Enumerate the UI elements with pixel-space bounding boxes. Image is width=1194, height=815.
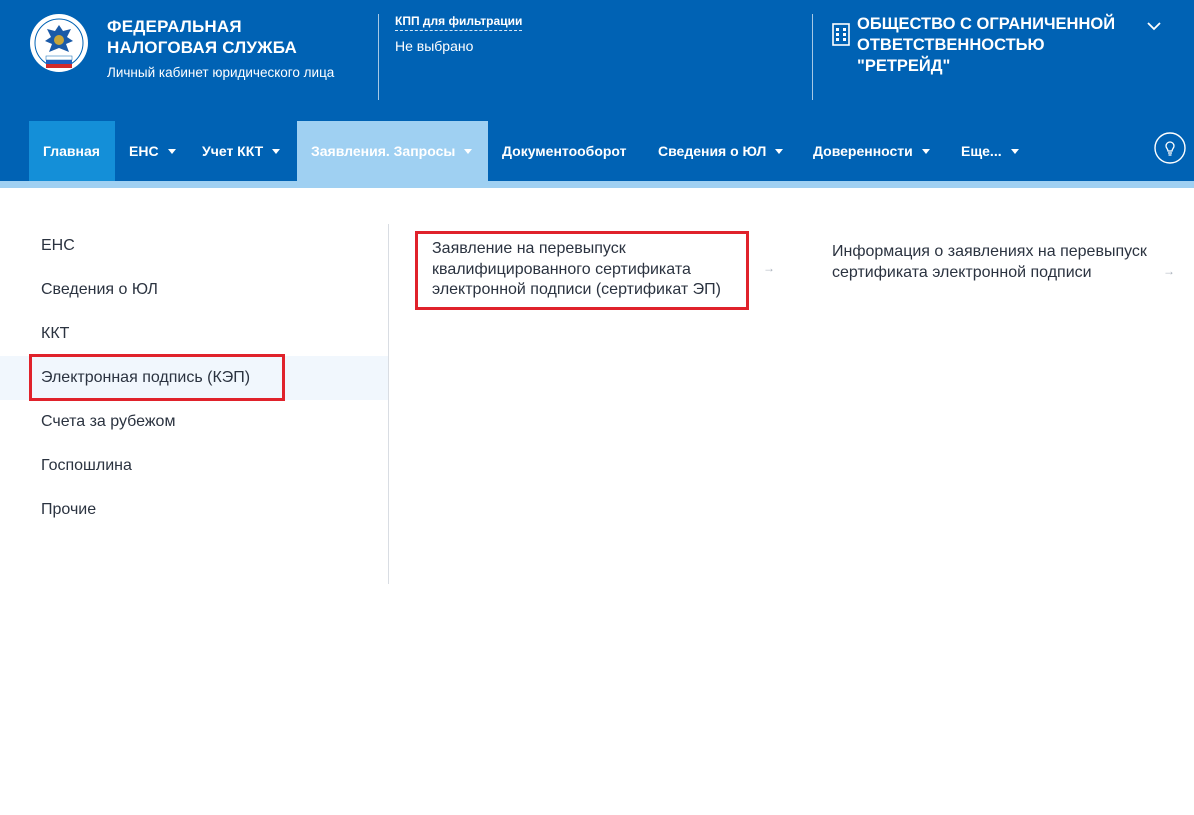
building-icon (832, 23, 850, 46)
nav-item-applications[interactable]: Заявления. Запросы (297, 121, 488, 181)
card-reissue-applications-info[interactable]: Информация о заявлениях на перевыпуск се… (832, 242, 1152, 283)
highlight-box (29, 354, 285, 401)
kpp-filter-label[interactable]: КПП для фильтрации (395, 14, 523, 31)
nav-item-powers-of-attorney[interactable]: Доверенности (799, 121, 947, 181)
left-menu-label: Сведения о ЮЛ (41, 281, 158, 298)
nav-item-ens[interactable]: ЕНС (115, 121, 189, 181)
left-menu-item-foreign-accounts[interactable]: Счета за рубежом (0, 400, 388, 444)
caret-down-icon (775, 148, 784, 154)
kpp-filter-value: Не выбрано (395, 38, 474, 54)
chevron-down-icon[interactable] (1144, 16, 1164, 36)
header: ФЕДЕРАЛЬНАЯ НАЛОГОВАЯ СЛУЖБА Личный каби… (0, 0, 1194, 116)
caret-down-icon (167, 148, 176, 154)
nav-item-label: Сведения о ЮЛ (658, 143, 767, 159)
left-menu-item-kkt[interactable]: ККТ (0, 312, 388, 356)
arrow-right-icon: → (763, 261, 775, 275)
organization-name[interactable]: ОБЩЕСТВО С ОГРАНИЧЕННОЙ ОТВЕТСТВЕННОСТЬЮ… (857, 14, 1142, 77)
header-divider (812, 14, 813, 100)
left-menu-item-state-duty[interactable]: Госпошлина (0, 444, 388, 488)
left-menu-item-legal-entity-info[interactable]: Сведения о ЮЛ (0, 268, 388, 312)
left-menu-label: ЕНС (41, 237, 75, 254)
brand-title[interactable]: ФЕДЕРАЛЬНАЯ НАЛОГОВАЯ СЛУЖБА (107, 16, 337, 58)
caret-down-icon (921, 148, 930, 154)
fns-emblem-icon[interactable] (29, 11, 89, 81)
left-menu-label: Счета за рубежом (41, 413, 176, 430)
nav-underline (0, 181, 1194, 188)
nav-item-label: Главная (43, 143, 100, 159)
nav-item-label: Доверенности (813, 143, 913, 159)
menu-divider (388, 224, 389, 584)
caret-down-icon (1010, 148, 1019, 154)
highlight-box (415, 231, 749, 310)
caret-down-icon (464, 148, 473, 154)
nav-item-legal-entity-info[interactable]: Сведения о ЮЛ (644, 121, 796, 181)
header-divider (378, 14, 379, 100)
arrow-right-icon: → (1163, 264, 1175, 278)
left-menu-label: ККТ (41, 325, 70, 342)
brand-subtitle: Личный кабинет юридического лица (107, 65, 335, 80)
nav-item-label: Документооборот (502, 143, 627, 159)
left-menu-label: Прочие (41, 501, 97, 518)
left-menu-item-other[interactable]: Прочие (0, 488, 388, 532)
nav-item-label: Еще... (961, 143, 1002, 159)
nav-item-label: Учет ККТ (202, 143, 264, 159)
left-menu-item-ens[interactable]: ЕНС (0, 224, 388, 268)
nav-item-more[interactable]: Еще... (947, 121, 1027, 181)
left-menu-label: Госпошлина (41, 457, 132, 474)
main-nav: Главная ЕНС Учет ККТ Заявления. Запросы … (0, 116, 1194, 182)
nav-item-home[interactable]: Главная (29, 121, 115, 181)
nav-item-label: ЕНС (129, 143, 159, 159)
nav-item-kkt[interactable]: Учет ККТ (188, 121, 296, 181)
nav-item-label: Заявления. Запросы (311, 143, 456, 159)
caret-down-icon (272, 148, 281, 154)
lightbulb-icon[interactable] (1154, 132, 1186, 164)
nav-item-document-flow[interactable]: Документооборот (488, 121, 630, 181)
